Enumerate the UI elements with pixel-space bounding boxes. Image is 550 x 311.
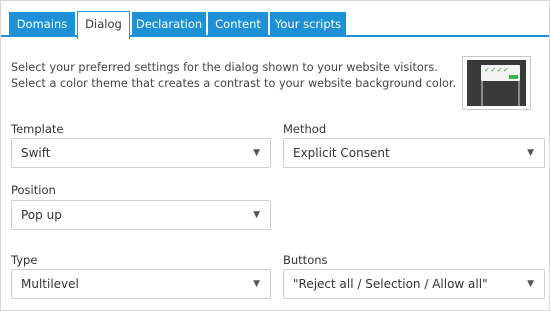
buttons-value: "Reject all / Selection / Allow all" — [293, 277, 488, 291]
type-value: Multilevel — [21, 277, 79, 291]
tab-content[interactable]: Content — [208, 12, 268, 37]
preview-column — [518, 81, 520, 106]
type-label: Type — [11, 253, 38, 267]
type-select[interactable]: Multilevel ▼ — [11, 269, 271, 299]
dialog-settings-panel: Domains Dialog Declaration Content Your … — [0, 0, 550, 311]
method-value: Explicit Consent — [293, 146, 390, 160]
position-value: Pop up — [21, 208, 62, 222]
template-select[interactable]: Swift ▼ — [11, 138, 271, 168]
chevron-down-icon: ▼ — [253, 210, 260, 220]
method-select[interactable]: Explicit Consent ▼ — [283, 138, 545, 168]
chevron-down-icon: ▼ — [527, 279, 534, 289]
tab-dialog[interactable]: Dialog — [77, 11, 130, 39]
template-label: Template — [11, 122, 64, 136]
tab-bar: Domains Dialog Declaration Content Your … — [1, 1, 549, 39]
method-label: Method — [283, 122, 327, 136]
tab-your-scripts[interactable]: Your scripts — [270, 12, 346, 37]
chevron-down-icon: ▼ — [253, 279, 260, 289]
template-value: Swift — [21, 146, 51, 160]
buttons-select[interactable]: "Reject all / Selection / Allow all" ▼ — [283, 269, 545, 299]
intro-line-2: Select a color theme that creates a cont… — [11, 77, 457, 90]
intro-text: Select your preferred settings for the d… — [11, 60, 457, 92]
chevron-down-icon: ▼ — [253, 148, 260, 158]
preview-checkmarks-icon: ✓✓✓✓ — [484, 66, 510, 74]
preview-column — [481, 81, 483, 106]
position-select[interactable]: Pop up ▼ — [11, 200, 271, 230]
tab-declaration[interactable]: Declaration — [132, 12, 206, 37]
dialog-preview-thumbnail: ✓✓✓✓ — [462, 56, 531, 110]
chevron-down-icon: ▼ — [527, 148, 534, 158]
position-label: Position — [11, 183, 56, 197]
buttons-label: Buttons — [283, 253, 328, 267]
intro-line-1: Select your preferred settings for the d… — [11, 61, 438, 74]
preview-accept-button — [509, 75, 518, 79]
preview-screen: ✓✓✓✓ — [467, 60, 526, 106]
tab-domains[interactable]: Domains — [9, 12, 75, 37]
